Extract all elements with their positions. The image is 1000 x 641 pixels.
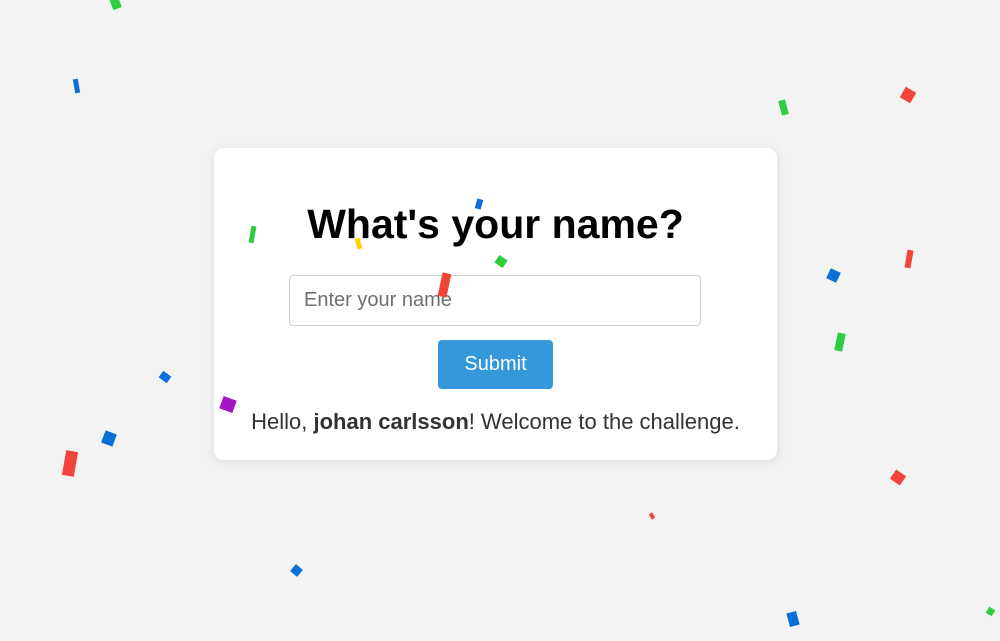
confetti-piece [904,249,914,269]
confetti-piece [290,564,303,577]
name-input[interactable] [289,275,701,326]
confetti-piece [899,86,917,104]
greeting-suffix: ! Welcome to the challenge. [468,409,740,434]
confetti-piece [889,469,907,486]
confetti-piece [648,512,656,520]
confetti-piece [826,268,841,283]
confetti-piece [158,370,172,384]
name-form-card: What's your name? Submit Hello, johan ca… [214,148,777,460]
page-title: What's your name? [307,201,684,247]
greeting-name: johan carlsson [313,409,469,434]
greeting-prefix: Hello, [251,409,314,434]
page: What's your name? Submit Hello, johan ca… [0,0,1000,641]
confetti-piece [109,0,122,11]
confetti-piece [101,430,117,447]
confetti-piece [778,99,789,116]
confetti-piece [834,332,846,352]
confetti-piece [786,610,800,628]
submit-button[interactable]: Submit [438,340,553,389]
greeting-message: Hello, johan carlsson! Welcome to the ch… [214,407,777,437]
confetti-piece [61,450,79,477]
confetti-piece [985,606,996,617]
confetti-piece [72,78,81,94]
